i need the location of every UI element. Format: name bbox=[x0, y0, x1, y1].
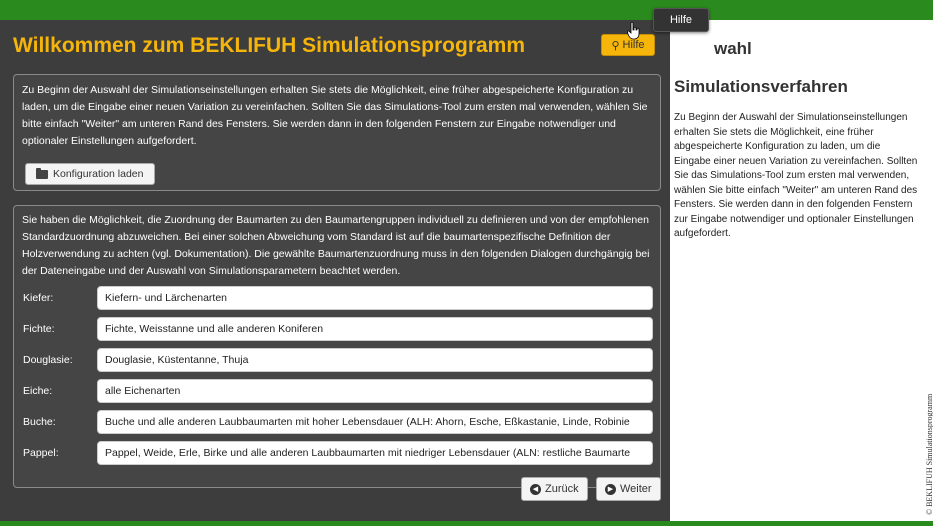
help-text: Zu Beginn der Auswahl der Simulationsein… bbox=[674, 112, 918, 239]
species-label: Pappel: bbox=[23, 447, 59, 459]
next-button-label: Weiter bbox=[620, 483, 652, 495]
species-input-kiefer[interactable] bbox=[97, 286, 653, 310]
top-bar bbox=[0, 0, 933, 20]
hand-cursor-icon bbox=[627, 22, 640, 40]
species-input-fichte[interactable] bbox=[97, 317, 653, 341]
species-input-buche[interactable] bbox=[97, 410, 653, 434]
load-configuration-label: Konfiguration laden bbox=[53, 167, 144, 180]
intro-box: Zu Beginn der Auswahl der Simulationsein… bbox=[13, 74, 661, 191]
back-button-label: Zurück bbox=[545, 483, 579, 495]
species-label: Kiefer: bbox=[23, 292, 54, 304]
folder-icon bbox=[36, 167, 48, 179]
species-input-pappel[interactable] bbox=[97, 441, 653, 465]
species-row-eiche: Eiche: bbox=[23, 379, 655, 403]
bottom-bar bbox=[0, 521, 933, 526]
species-label: Eiche: bbox=[23, 385, 53, 397]
species-label: Fichte: bbox=[23, 323, 55, 335]
help-tooltip: Hilfe bbox=[653, 8, 709, 32]
side-strip-text: © BEKLIFUH Simulationsprogramm bbox=[925, 393, 933, 515]
intro-text: Zu Beginn der Auswahl der Simulationsein… bbox=[22, 84, 648, 147]
species-label: Buche: bbox=[23, 416, 56, 428]
help-panel: wahl Simulationsverfahren Zu Beginn der … bbox=[670, 20, 925, 521]
species-input-eiche[interactable] bbox=[97, 379, 653, 403]
species-intro-text: Sie haben die Möglichkeit, die Zuordnung… bbox=[22, 214, 650, 277]
side-strip: © BEKLIFUH Simulationsprogramm bbox=[925, 20, 933, 521]
back-button[interactable]: ◀ Zurück bbox=[521, 477, 588, 501]
page-title: Willkommen zum BEKLIFUH Simulationsprogr… bbox=[13, 34, 526, 57]
help-heading: wahl bbox=[714, 39, 752, 58]
help-subheading: Simulationsverfahren bbox=[674, 77, 848, 96]
species-label: Douglasie: bbox=[23, 354, 73, 366]
species-row-fichte: Fichte: bbox=[23, 317, 655, 341]
species-input-douglasie[interactable] bbox=[97, 348, 653, 372]
arrow-right-icon: ▶ bbox=[605, 483, 616, 495]
species-box: Sie haben die Möglichkeit, die Zuordnung… bbox=[13, 205, 661, 488]
load-configuration-button[interactable]: Konfiguration laden bbox=[25, 163, 155, 185]
lightbulb-icon: ⚲ bbox=[611, 39, 620, 52]
next-button[interactable]: ▶ Weiter bbox=[596, 477, 661, 501]
species-row-pappel: Pappel: bbox=[23, 441, 655, 465]
help-button-label: Hilfe bbox=[622, 39, 645, 51]
species-row-buche: Buche: bbox=[23, 410, 655, 434]
species-row-kiefer: Kiefer: bbox=[23, 286, 655, 310]
main-panel: Willkommen zum BEKLIFUH Simulationsprogr… bbox=[0, 20, 670, 521]
arrow-left-icon: ◀ bbox=[530, 483, 541, 495]
species-row-douglasie: Douglasie: bbox=[23, 348, 655, 372]
